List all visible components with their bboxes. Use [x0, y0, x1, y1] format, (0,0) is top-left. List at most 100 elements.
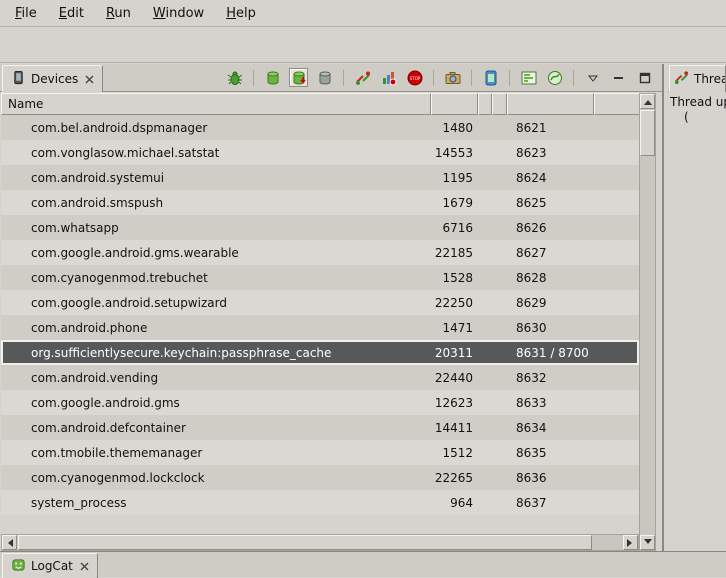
table-row[interactable]: com.google.android.gms.wearable221858627: [1, 240, 639, 265]
menu-item-edit[interactable]: Edit: [48, 2, 95, 25]
table-row[interactable]: com.cyanogenmod.trebuchet1528 8628: [1, 265, 639, 290]
column-header-port[interactable]: [507, 93, 594, 115]
table-row[interactable]: com.google.android.setupwizard222508629: [1, 290, 639, 315]
table-row[interactable]: com.android.smspush16798625: [1, 190, 639, 215]
table-row[interactable]: com.vonglasow.michael.satstat145538623: [1, 140, 639, 165]
process-pid: 964: [431, 496, 478, 510]
process-name: com.tmobile.thememanager: [1, 446, 431, 460]
stop-process-icon[interactable]: STOP: [405, 68, 424, 87]
process-port: 8628: [507, 271, 639, 285]
table-row[interactable]: org.sufficientlysecure.keychain:passphra…: [1, 340, 639, 365]
tab-logcat[interactable]: LogCat: [2, 553, 98, 578]
devices-toolbar: STOP: [225, 68, 654, 87]
table-row[interactable]: com.google.android.gms12623 8633: [1, 390, 639, 415]
column-header-blank-2[interactable]: [492, 93, 507, 115]
threads-tab-header: Threa: [668, 64, 726, 92]
toolbar-separator: [253, 70, 254, 86]
dump-view-hierarchy-icon[interactable]: [481, 68, 500, 87]
process-pid: 1195: [431, 171, 478, 185]
scroll-up-button[interactable]: [640, 94, 655, 109]
table-row[interactable]: com.android.phone14718630: [1, 315, 639, 340]
process-port: 8631 / 8700: [507, 346, 639, 360]
process-pid: 22265: [431, 471, 478, 485]
cause-gc-icon[interactable]: [315, 68, 334, 87]
menu-item-file[interactable]: File: [4, 2, 48, 25]
process-name: com.google.android.gms: [1, 396, 431, 410]
table-row[interactable]: com.whatsapp67168626: [1, 215, 639, 240]
process-pid: 22440: [431, 371, 478, 385]
toolbar-strip: [0, 28, 726, 63]
process-pid: 12623: [431, 396, 478, 410]
process-pid: 1528: [431, 271, 478, 285]
threads-content: Thread up (: [670, 95, 726, 125]
scroll-down-button[interactable]: [640, 535, 655, 550]
dump-hprof-icon[interactable]: [289, 68, 308, 87]
column-header-name[interactable]: Name: [1, 93, 431, 115]
start-method-profiling-icon[interactable]: [379, 68, 398, 87]
process-table-header: Name: [1, 93, 639, 115]
process-name: com.bel.android.dspmanager: [1, 121, 431, 135]
table-row[interactable]: com.android.systemui1195 8624: [1, 165, 639, 190]
process-pid: 14411: [431, 421, 478, 435]
process-port: 8636: [507, 471, 639, 485]
devices-tab-label: Devices: [31, 72, 78, 86]
table-row[interactable]: com.android.defcontainer144118634: [1, 415, 639, 440]
process-name: com.android.defcontainer: [1, 421, 431, 435]
process-port: 8632: [507, 371, 639, 385]
table-row[interactable]: com.cyanogenmod.lockclock22265 8636: [1, 465, 639, 490]
threads-tab-label: Threa: [694, 72, 726, 86]
tab-threads[interactable]: Threa: [669, 65, 726, 92]
screen-capture-icon[interactable]: [443, 68, 462, 87]
scroll-right-button[interactable]: [623, 535, 638, 550]
process-port: 8635: [507, 446, 639, 460]
menubar: File Edit Run Window Help: [0, 0, 726, 27]
logcat-bar: LogCat: [0, 551, 726, 577]
process-pid: 6716: [431, 221, 478, 235]
arrow-up-icon: [644, 96, 652, 105]
process-port: 8624: [507, 171, 639, 185]
devices-tab-close-icon[interactable]: [85, 75, 94, 84]
start-opengl-trace-icon[interactable]: [545, 68, 564, 87]
arrow-right-icon: [627, 539, 636, 547]
update-threads-icon[interactable]: [353, 68, 372, 87]
vertical-scrollbar-thumb[interactable]: [640, 110, 655, 156]
menu-item-run[interactable]: Run: [95, 2, 142, 25]
column-header-blank-1[interactable]: [478, 93, 492, 115]
process-name: system_process: [1, 496, 431, 510]
process-name: com.android.phone: [1, 321, 431, 335]
menu-item-window[interactable]: Window: [142, 2, 215, 25]
process-pid: 1480: [431, 121, 478, 135]
threads-tab-icon: [674, 70, 689, 88]
process-table-body: com.bel.android.dspmanager14808621com.vo…: [1, 115, 639, 534]
process-name: com.cyanogenmod.lockclock: [1, 471, 431, 485]
logcat-tab-close-icon[interactable]: [80, 562, 89, 571]
debug-process-icon[interactable]: [225, 68, 244, 87]
process-name: com.vonglasow.michael.satstat: [1, 146, 431, 160]
process-port: 8626: [507, 221, 639, 235]
column-header-blank-3[interactable]: [594, 93, 639, 115]
scroll-left-button[interactable]: [2, 535, 17, 550]
process-port: 8633: [507, 396, 639, 410]
process-name: com.cyanogenmod.trebuchet: [1, 271, 431, 285]
update-heap-icon[interactable]: [263, 68, 282, 87]
process-name: com.google.android.gms.wearable: [1, 246, 431, 260]
process-pid: 1679: [431, 196, 478, 210]
table-row[interactable]: com.tmobile.thememanager15128635: [1, 440, 639, 465]
view-menu-icon[interactable]: [583, 68, 602, 87]
arrow-left-icon: [4, 539, 13, 547]
table-row[interactable]: com.android.vending224408632: [1, 365, 639, 390]
table-row[interactable]: system_process9648637: [1, 490, 639, 515]
process-name: com.android.systemui: [1, 171, 431, 185]
capture-systrace-icon[interactable]: [519, 68, 538, 87]
menu-item-help[interactable]: Help: [215, 2, 267, 25]
minimize-icon[interactable]: [609, 68, 628, 87]
tab-devices[interactable]: Devices: [2, 65, 103, 92]
table-row[interactable]: com.bel.android.dspmanager14808621: [1, 115, 639, 140]
vertical-scrollbar[interactable]: [639, 93, 656, 551]
horizontal-scrollbar-thumb[interactable]: [18, 535, 592, 550]
horizontal-scrollbar[interactable]: [1, 534, 639, 551]
maximize-icon[interactable]: [635, 68, 654, 87]
column-header-pid[interactable]: [431, 93, 478, 115]
process-port: 8627: [507, 246, 639, 260]
devices-panel: Devices STOP Name com.bel.android.dspman…: [0, 64, 664, 551]
